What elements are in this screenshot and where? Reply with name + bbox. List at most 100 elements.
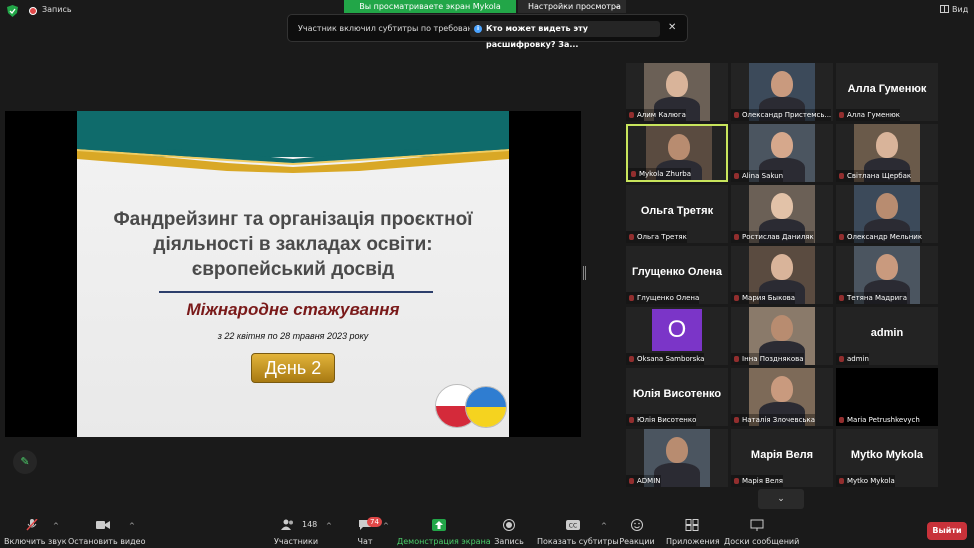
participants-icon: [281, 519, 293, 530]
slide-dates: з 22 квітня по 28 травня 2023 року: [217, 331, 369, 341]
participant-face: [666, 437, 688, 463]
participant-name: Тетяна Мадрига: [836, 292, 908, 304]
participant-tile[interactable]: Алим Калюга: [626, 63, 728, 121]
annotate-pencil-icon[interactable]: ✎: [13, 450, 37, 474]
split-resize-handle[interactable]: [583, 266, 586, 280]
participant-body: [654, 463, 700, 487]
record-button[interactable]: Запись: [492, 513, 526, 548]
apps-button[interactable]: Приложения: [666, 513, 720, 548]
smiley-icon: [631, 519, 643, 531]
participant-tile[interactable]: Alina Sakun: [731, 124, 833, 182]
gallery-scroll-down-button[interactable]: ⌄: [758, 489, 804, 509]
slide-title-line: Фандрейзинг та організація проєктної: [113, 209, 473, 230]
day-badge: День 2: [251, 353, 335, 383]
participants-count: 148: [302, 520, 318, 529]
participant-tile[interactable]: Ольга Третяк Ольга Третяк: [626, 185, 728, 243]
participant-tile[interactable]: Олександр Мельник: [836, 185, 938, 243]
who-can-see-transcript-link[interactable]: i Кто может видеть эту расшифровку? За...: [470, 21, 660, 49]
participant-tile[interactable]: Інна Позднякова: [731, 307, 833, 365]
shield-icon[interactable]: [7, 5, 18, 17]
show-captions-button[interactable]: CC Показать субтитры: [537, 513, 619, 548]
participant-face: [876, 254, 898, 280]
participant-tile[interactable]: Марія Веля Марія Веля: [731, 429, 833, 487]
participant-tile[interactable]: ADMIN: [626, 429, 728, 487]
whiteboards-button[interactable]: Доски сообщений: [724, 513, 799, 548]
view-label: Вид: [952, 5, 969, 14]
participant-face: [771, 132, 793, 158]
slide-title-line: європейський досвід: [191, 259, 395, 280]
participant-face: [771, 71, 793, 97]
participant-tile[interactable]: Олександр Пристемсь...: [731, 63, 833, 121]
svg-text:CC: CC: [569, 523, 577, 530]
leave-meeting-button[interactable]: Выйти: [927, 522, 967, 540]
reactions-label: Реакции: [619, 537, 655, 546]
record-indicator-icon: [29, 7, 37, 15]
viewing-screen-banner: Вы просматриваете экран Mykola Zhurba: [344, 0, 516, 24]
reactions-button[interactable]: Реакции: [619, 513, 655, 548]
ukraine-flag-icon: [465, 386, 507, 428]
participant-name: Олександр Пристемсь...: [731, 109, 832, 121]
participant-name: Ольга Третяк: [626, 231, 687, 243]
participant-display-name: Юлія Висотенко: [632, 388, 722, 400]
who-can-see-label: Кто может видеть эту расшифровку? За...: [486, 24, 588, 49]
slide-divider: [159, 291, 433, 293]
participant-tile[interactable]: Ростислав Даниляк: [731, 185, 833, 243]
participant-tile[interactable]: Mytko Mykola Mytko Mykola: [836, 429, 938, 487]
participant-name: admin: [836, 353, 869, 365]
participant-tile[interactable]: Mykola Zhurba: [626, 124, 728, 182]
apps-icon: [685, 519, 699, 531]
stop-video-label: Остановить видео: [68, 537, 146, 546]
participant-tile[interactable]: Алла Гуменюк Алла Гуменюк: [836, 63, 938, 121]
participant-tile[interactable]: Юлія Висотенко Юлія Висотенко: [626, 368, 728, 426]
participant-tile[interactable]: Мария Быкова: [731, 246, 833, 304]
participant-name: Марія Веля: [731, 475, 783, 487]
participant-name: Олександр Мельник: [836, 231, 923, 243]
video-camera-icon: [96, 521, 110, 529]
participant-display-name: Глущенко Олена: [632, 266, 722, 278]
unmute-button[interactable]: Включить звук: [4, 513, 67, 548]
participant-name: Alina Sakun: [731, 170, 784, 182]
chat-options-caret-icon[interactable]: ^: [383, 522, 389, 530]
participant-name: Maria Petrushkevych: [836, 414, 920, 426]
audio-options-caret-icon[interactable]: ^: [53, 522, 59, 530]
participant-face: [771, 315, 793, 341]
apps-label: Приложения: [666, 537, 720, 546]
participants-button[interactable]: 148 Участники: [274, 513, 318, 548]
share-screen-button[interactable]: Демонстрация экрана: [397, 513, 491, 548]
stop-video-button[interactable]: Остановить видео: [68, 513, 146, 548]
participant-tile[interactable]: Maria Petrushkevych: [836, 368, 938, 426]
view-settings-button[interactable]: Настройки просмотра ⌄: [518, 0, 626, 13]
participant-face: [876, 132, 898, 158]
chat-unread-badge: 74: [367, 517, 382, 527]
participant-tile[interactable]: admin admin: [836, 307, 938, 365]
participants-options-caret-icon[interactable]: ^: [326, 522, 332, 530]
participant-name: Інна Позднякова: [731, 353, 804, 365]
participant-tile[interactable]: Світлана Щербак: [836, 124, 938, 182]
participant-face: [771, 376, 793, 402]
participant-face: [666, 71, 688, 97]
participant-tile[interactable]: Наталія Злочевська: [731, 368, 833, 426]
participant-display-name: Алла Гуменюк: [847, 83, 927, 95]
video-options-caret-icon[interactable]: ^: [129, 522, 135, 530]
shared-screen: Фандрейзинг та організація проєктної дія…: [5, 111, 581, 437]
participant-face: [876, 193, 898, 219]
view-button[interactable]: Вид: [940, 5, 968, 14]
chat-button[interactable]: 74 Чат: [352, 513, 382, 548]
share-screen-label: Демонстрация экрана: [397, 537, 491, 546]
participant-name: Світлана Щербак: [836, 170, 912, 182]
chevron-down-icon: ⌄: [614, 2, 620, 10]
caption-message: Участник включил субтитры по требованию: [298, 24, 485, 33]
slide-title-line: діяльності в закладах освіти:: [153, 234, 433, 255]
participant-tile[interactable]: Тетяна Мадрига: [836, 246, 938, 304]
participant-display-name: Ольга Третяк: [640, 205, 714, 217]
captions-options-caret-icon[interactable]: ^: [601, 522, 607, 530]
close-icon[interactable]: ✕: [668, 22, 676, 33]
participant-face: [771, 193, 793, 219]
participant-name: Юлія Висотенко: [626, 414, 697, 426]
record-status-label[interactable]: Запись: [42, 5, 72, 14]
participant-tile[interactable]: O Oksana Samborska: [626, 307, 728, 365]
participant-name: Mykola Zhurba: [628, 168, 692, 180]
show-captions-label: Показать субтитры: [537, 537, 619, 546]
participant-tile[interactable]: Глущенко Олена Глущенко Олена: [626, 246, 728, 304]
participant-name: Наталія Злочевська: [731, 414, 816, 426]
